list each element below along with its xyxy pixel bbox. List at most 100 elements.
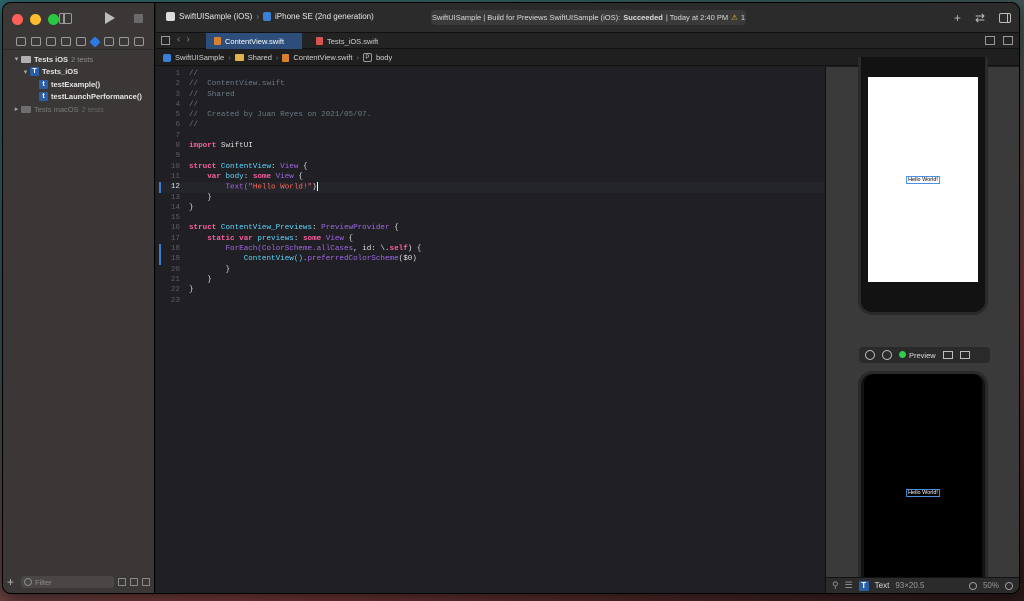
zoom-window-button[interactable] <box>48 14 59 25</box>
filter-failed-icon[interactable] <box>130 578 138 586</box>
canvas-status-bar: ⚲ ☰ T Text 93×20.5 50% <box>826 577 1019 593</box>
minimize-window-button[interactable] <box>30 14 41 25</box>
code-line[interactable]: 5// Created by Juan Reyes on 2021/05/07. <box>156 110 824 120</box>
chevron-down-icon[interactable]: ▾ <box>21 68 30 76</box>
sidebar-toggle-icon[interactable] <box>59 13 72 24</box>
chevron-right-icon[interactable]: ▸ <box>12 105 21 113</box>
preview-hello-text-light[interactable]: Hello World! <box>906 175 940 184</box>
code-line[interactable]: 11 var body: some View { <box>156 172 824 182</box>
breadcrumb-symbol[interactable]: body <box>376 53 392 62</box>
tab-tests-ios-swift[interactable]: Tests_iOS.swift <box>308 33 404 49</box>
debug-navigator-icon[interactable] <box>104 37 114 46</box>
split-editor-icon[interactable] <box>1003 36 1013 45</box>
test-tree: ▾ Tests iOS 2 tests ▾ T Tests_iOS t test… <box>3 53 154 116</box>
swift-file-icon <box>214 37 221 45</box>
add-icon[interactable]: + <box>7 575 17 589</box>
tree-item-tests-ios-target[interactable]: ▾ T Tests_iOS <box>3 66 154 78</box>
preview-device-dark: Hello World! <box>858 371 988 593</box>
code-line[interactable]: 6// <box>156 120 824 130</box>
preview-status[interactable]: Preview <box>899 350 936 360</box>
code-line[interactable]: 4// <box>156 100 824 110</box>
report-navigator-icon[interactable] <box>134 37 144 46</box>
code-line[interactable]: 1// <box>156 69 824 79</box>
editor-options-icon[interactable] <box>985 36 995 45</box>
list-icon[interactable]: ☰ <box>845 580 853 591</box>
editor-tab-bar: ‹› ContentView.swift Tests_iOS.swift <box>156 33 1019 49</box>
filter-scheme-icon[interactable] <box>118 578 126 586</box>
tab-contentview-swift[interactable]: ContentView.swift <box>206 33 302 49</box>
window-controls <box>12 14 59 25</box>
source-control-navigator-icon[interactable] <box>31 37 41 46</box>
code-review-icon[interactable]: ⇄ <box>975 11 985 25</box>
code-line[interactable]: 10 struct ContentView: View { <box>156 162 824 172</box>
run-button[interactable] <box>105 12 115 24</box>
breadcrumb-file[interactable]: ContentView.swift <box>293 53 352 62</box>
code-line[interactable]: 2// ContentView.swift <box>156 79 824 89</box>
code-line[interactable]: 18 ForEach(ColorScheme.allCases, id: \.s… <box>156 244 824 265</box>
test-method-icon: t <box>39 79 48 89</box>
device-settings-icon[interactable] <box>942 351 953 359</box>
tree-item-test-launch-performance[interactable]: t testLaunchPerformance() <box>3 91 154 103</box>
pin-icon[interactable]: ⚲ <box>832 580 839 591</box>
close-window-button[interactable] <box>12 14 23 25</box>
editor-options <box>985 36 1013 45</box>
zoom-controls: 50% <box>968 581 1013 590</box>
preview-hello-text-dark[interactable]: Hello World! <box>906 488 940 497</box>
filter-skipped-icon[interactable] <box>142 578 150 586</box>
code-line[interactable]: 3// Shared <box>156 90 824 100</box>
code-line[interactable]: 23 <box>156 296 824 306</box>
preview-screen-dark[interactable]: Hello World! <box>864 374 982 593</box>
live-preview-icon[interactable] <box>865 350 875 360</box>
zoom-in-icon[interactable] <box>1005 581 1013 590</box>
project-navigator-icon[interactable] <box>16 37 26 46</box>
app-scheme-icon <box>166 12 175 21</box>
inspector-toggle-icon[interactable] <box>999 13 1011 23</box>
navigator-filter-bar: + Filter <box>7 575 150 589</box>
swift-file-icon <box>316 37 323 45</box>
code-line[interactable]: 19 ContentView().preferredColorScheme($0… <box>156 254 824 264</box>
tree-item-test-example[interactable]: t testExample() <box>3 78 154 90</box>
back-forward-icon[interactable]: ‹› <box>177 34 196 45</box>
code-line[interactable]: 21 } <box>156 275 824 285</box>
test-plan-icon <box>21 55 31 63</box>
code-line[interactable]: 17 static var previews: some View { <box>156 234 824 244</box>
filter-icon <box>24 578 32 586</box>
code-line[interactable]: 15 <box>156 213 824 223</box>
preview-controls: Preview <box>859 347 990 363</box>
inspect-preview-icon[interactable] <box>882 350 892 360</box>
code-line[interactable]: 9 <box>156 151 824 161</box>
chevron-down-icon[interactable]: ▾ <box>12 55 21 63</box>
code-line[interactable]: 16 struct ContentView_Previews: PreviewPr… <box>156 223 824 233</box>
device-icon <box>263 12 272 21</box>
find-navigator-icon[interactable] <box>61 37 71 46</box>
warning-icon[interactable]: ⚠ <box>731 13 738 22</box>
breadcrumb-project[interactable]: SwiftUISample <box>175 53 224 62</box>
symbol-navigator-icon[interactable] <box>46 37 56 46</box>
test-target-icon: T <box>30 67 39 76</box>
code-line[interactable]: 7 <box>156 131 824 141</box>
code-line[interactable]: 22} <box>156 285 824 295</box>
code-line[interactable]: 8 import SwiftUI <box>156 141 824 151</box>
breadcrumb-folder[interactable]: Shared <box>248 53 272 62</box>
filter-input[interactable]: Filter <box>21 576 114 588</box>
zoom-out-icon[interactable] <box>968 581 977 590</box>
scheme-selector[interactable]: SwiftUISample (iOS) › iPhone SE (2nd gen… <box>166 12 374 21</box>
activity-view: SwiftUISample | Build for Previews Swift… <box>431 10 746 25</box>
library-plus-icon[interactable]: + <box>954 11 961 25</box>
preview-canvas[interactable]: Hello World! Preview Hello World! ⚲ ☰ T … <box>825 57 1019 593</box>
stop-button[interactable] <box>134 14 143 23</box>
breakpoint-navigator-icon[interactable] <box>119 37 129 46</box>
code-line[interactable]: 13 } <box>156 193 824 203</box>
code-line[interactable]: 14} <box>156 203 824 213</box>
related-items-icon[interactable] <box>161 36 170 45</box>
issue-navigator-icon[interactable] <box>76 37 86 46</box>
preview-screen-light[interactable]: Hello World! <box>868 77 978 282</box>
property-icon: P <box>362 53 372 62</box>
code-line[interactable]: 20 } <box>156 265 824 275</box>
tree-item-tests-ios[interactable]: ▾ Tests iOS 2 tests <box>3 53 154 65</box>
code-line-current[interactable]: 12 Text("Hello World!") <box>156 182 824 193</box>
duplicate-preview-icon[interactable] <box>959 351 970 359</box>
source-editor[interactable]: 1// 2// ContentView.swift 3// Shared 4//… <box>156 67 824 593</box>
test-navigator-icon[interactable] <box>89 35 101 48</box>
tree-item-tests-macos[interactable]: ▸ Tests macOS 2 tests <box>3 103 154 115</box>
